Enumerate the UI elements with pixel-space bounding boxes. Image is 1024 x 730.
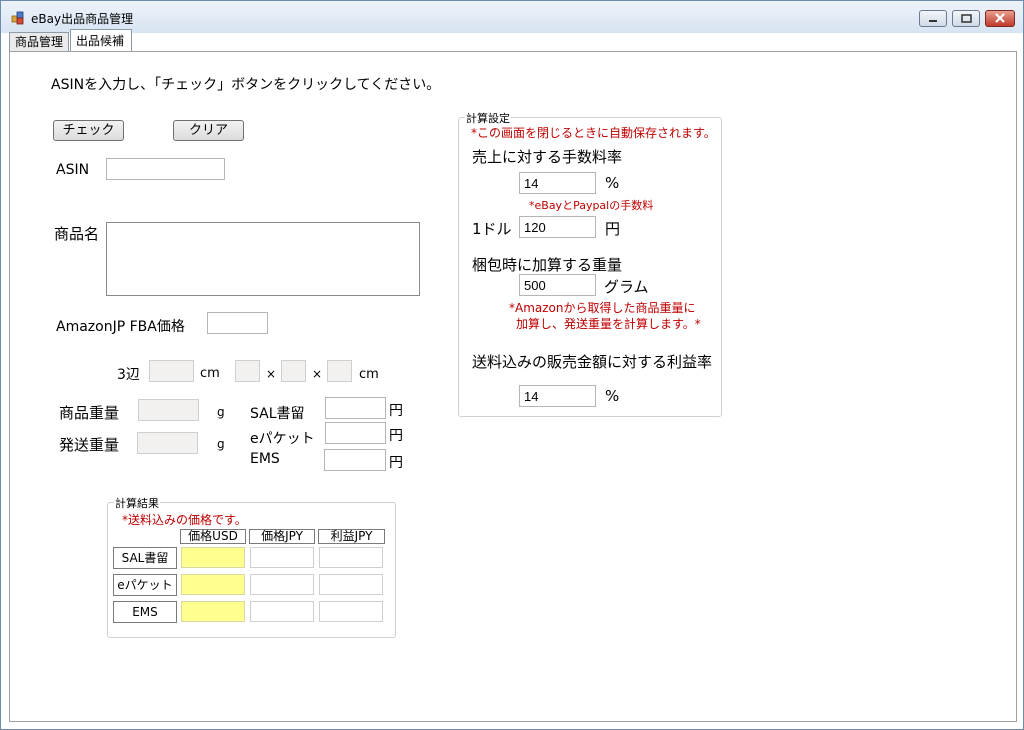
packing-note-line1: *Amazonから取得した商品重量に [509,301,696,315]
cm-unit: cm [359,367,379,382]
ems-fee-field[interactable] [324,449,386,471]
main-window: eBay出品商品管理 商品管理 出品候補 ASINを入力し、「チェック」ボタンを… [0,0,1024,730]
sal-label: SAL書留 [250,406,305,422]
product-weight-field [138,399,199,421]
asin-input[interactable] [106,158,225,180]
epacket-label: eパケット [250,431,315,447]
column-header-usd: 価格USD [180,529,246,544]
profit-rate-label: 送料込みの販売金額に対する利益率 [472,353,713,371]
profit-rate-input[interactable] [519,385,596,407]
product-name-label: 商品名 [54,225,100,243]
times-sign: × [312,367,323,381]
title-bar: eBay出品商品管理 [1,1,1023,33]
yen-unit: 円 [389,403,403,419]
yen-unit: 円 [389,428,403,444]
result-cell-epacket-usd [181,574,245,595]
result-cell-ems-usd [181,601,245,622]
tab-product-management[interactable]: 商品管理 [9,32,69,51]
amazon-price-label: AmazonJP FBA価格 [56,319,185,335]
shipping-weight-unit: g [217,437,225,451]
close-button[interactable] [985,10,1015,27]
weight-unit: g [217,405,225,419]
minimize-icon [929,20,937,22]
packing-note-line2: 加算し、発送重量を計算します。* [516,317,701,331]
result-cell-ems-jpy [250,601,314,622]
result-cell-sal-profit [319,547,383,568]
column-header-profit: 利益JPY [318,529,385,544]
tab-label: 商品管理 [15,35,64,49]
close-icon [995,13,1005,23]
results-group-title: 計算結果 [114,495,160,511]
packing-weight-unit: グラム [604,278,649,296]
packing-weight-label: 梱包時に加算する重量 [472,256,623,274]
app-icon [11,11,25,25]
maximize-button[interactable] [952,10,980,27]
exchange-rate-label: 1ドル [472,220,512,238]
cm-unit: cm [200,366,220,381]
fee-rate-label: 売上に対する手数料率 [472,148,623,166]
row-header-epacket: eパケット [113,574,177,596]
fee-note: *eBayとPaypalの手数料 [529,199,654,212]
asin-label: ASIN [56,162,90,178]
times-sign: × [266,367,277,381]
result-cell-epacket-jpy [250,574,314,595]
tab-label: 出品候補 [76,34,125,48]
fee-rate-input[interactable] [519,172,596,194]
dimensions-sum-field [149,360,194,382]
product-name-textarea[interactable] [106,222,420,296]
settings-autosave-note: *この画面を閉じるときに自動保存されます。 [471,126,716,140]
result-cell-ems-profit [319,601,383,622]
sal-fee-field[interactable] [325,397,386,419]
tab-listing-candidates[interactable]: 出品候補 [70,29,132,51]
ems-label: EMS [250,451,280,467]
dimension-1-field [235,360,260,382]
shipping-weight-field [137,432,198,454]
fee-rate-unit: % [605,174,620,192]
yen-unit: 円 [389,455,403,471]
check-button[interactable]: チェック [53,120,124,141]
shipping-weight-label: 発送重量 [59,436,120,454]
exchange-rate-unit: 円 [605,220,621,238]
result-cell-sal-jpy [250,547,314,568]
instruction-text: ASINを入力し、「チェック」ボタンをクリックしてください。 [51,77,441,93]
dimension-3-field [327,360,352,382]
window-title: eBay出品商品管理 [31,12,134,26]
dimensions-label: 3辺 [117,367,140,383]
result-cell-sal-usd [181,547,245,568]
row-header-sal: SAL書留 [113,547,177,569]
row-header-ems: EMS [113,601,177,623]
exchange-rate-input[interactable] [519,216,596,238]
column-header-jpy: 価格JPY [249,529,315,544]
amazon-price-input[interactable] [207,312,268,334]
result-cell-epacket-profit [319,574,383,595]
dimension-2-field [281,360,306,382]
profit-rate-unit: % [605,387,620,405]
results-note: *送料込みの価格です。 [122,513,247,527]
minimize-button[interactable] [919,10,947,27]
packing-weight-input[interactable] [519,274,596,296]
product-weight-label: 商品重量 [59,404,120,422]
maximize-icon [961,14,972,23]
epacket-fee-field[interactable] [325,422,386,444]
clear-button[interactable]: クリア [173,120,244,141]
